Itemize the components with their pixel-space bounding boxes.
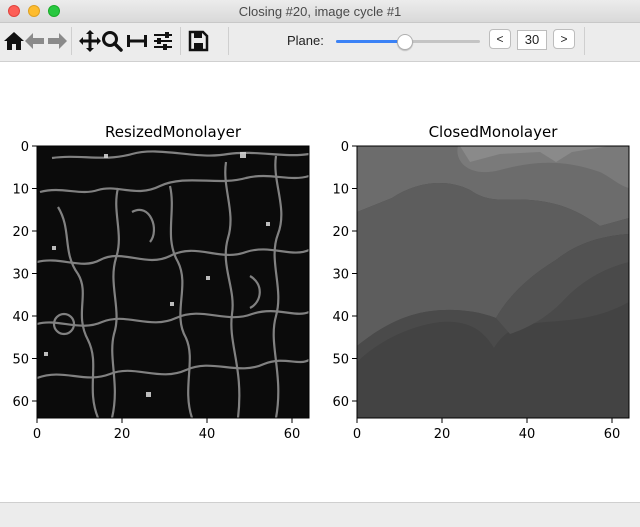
y-tick-label: 10 bbox=[12, 183, 29, 198]
x-tick-label: 20 bbox=[114, 427, 131, 442]
closed-monolayer-image bbox=[356, 145, 630, 419]
plane-slider-thumb[interactable] bbox=[397, 34, 414, 50]
zoom-icon[interactable] bbox=[100, 29, 124, 53]
toolbar-separator bbox=[228, 27, 229, 55]
x-tick-label: 0 bbox=[33, 427, 41, 442]
title-bar: Closing #20, image cycle #1 bbox=[0, 0, 640, 23]
x-tick-label: 20 bbox=[434, 427, 451, 442]
resized-monolayer-panel: ResizedMonolayer 0 20 40 600102030405060 bbox=[12, 123, 310, 442]
x-tick-label: 60 bbox=[604, 427, 621, 442]
x-tick-label: 40 bbox=[519, 427, 536, 442]
y-tick-label: 60 bbox=[332, 395, 349, 410]
previous-plane-button[interactable]: < bbox=[489, 29, 511, 49]
configure-icon[interactable] bbox=[151, 29, 175, 53]
y-tick-label: 50 bbox=[332, 353, 349, 368]
y-tick-label: 40 bbox=[332, 310, 349, 325]
x-tick-label: 60 bbox=[284, 427, 301, 442]
toolbar-separator bbox=[180, 27, 181, 55]
toolbar-separator bbox=[71, 27, 72, 55]
window-title: Closing #20, image cycle #1 bbox=[238, 4, 402, 19]
plane-number-field[interactable]: 30 bbox=[517, 30, 547, 50]
y-tick-label: 40 bbox=[12, 310, 29, 325]
panel-title: ClosedMonolayer bbox=[429, 123, 559, 141]
back-arrow-icon[interactable] bbox=[23, 29, 47, 53]
figure-canvas[interactable]: ResizedMonolayer 0 20 40 60 0 10 20 30 4… bbox=[0, 62, 640, 502]
panel-title: ResizedMonolayer bbox=[105, 123, 242, 141]
plane-slider-fill bbox=[336, 40, 406, 43]
closed-monolayer-panel: ClosedMonolayer 0 20 40 60 0 10 20 30 40 50 60 bbox=[332, 123, 630, 442]
y-tick-label: 0 bbox=[21, 140, 29, 155]
plane-slider[interactable] bbox=[336, 34, 480, 50]
y-tick-label: 30 bbox=[332, 268, 349, 283]
y-tick-label: 60 bbox=[12, 395, 29, 410]
subplots-icon[interactable] bbox=[125, 29, 149, 53]
toolbar: Plane: < 30 > bbox=[0, 23, 640, 62]
plane-label: Plane: bbox=[287, 33, 324, 48]
resized-monolayer-image bbox=[36, 145, 310, 419]
x-tick-label: 40 bbox=[199, 427, 216, 442]
next-plane-button[interactable]: > bbox=[553, 29, 575, 49]
x-tick-label: 0 bbox=[353, 427, 361, 442]
y-tick-label: 0 bbox=[341, 140, 349, 155]
save-icon[interactable] bbox=[186, 29, 210, 53]
status-bar bbox=[0, 502, 640, 527]
y-tick-label: 30 bbox=[12, 268, 29, 283]
y-tick-label: 50 bbox=[12, 353, 29, 368]
figure-svg: ResizedMonolayer 0 20 40 600102030405060… bbox=[12, 123, 630, 442]
y-tick-label: 10 bbox=[332, 183, 349, 198]
pan-icon[interactable] bbox=[78, 29, 102, 53]
toolbar-separator bbox=[584, 27, 585, 55]
y-tick-label: 20 bbox=[12, 225, 29, 240]
y-tick-label: 20 bbox=[332, 225, 349, 240]
forward-arrow-icon[interactable] bbox=[45, 29, 69, 53]
